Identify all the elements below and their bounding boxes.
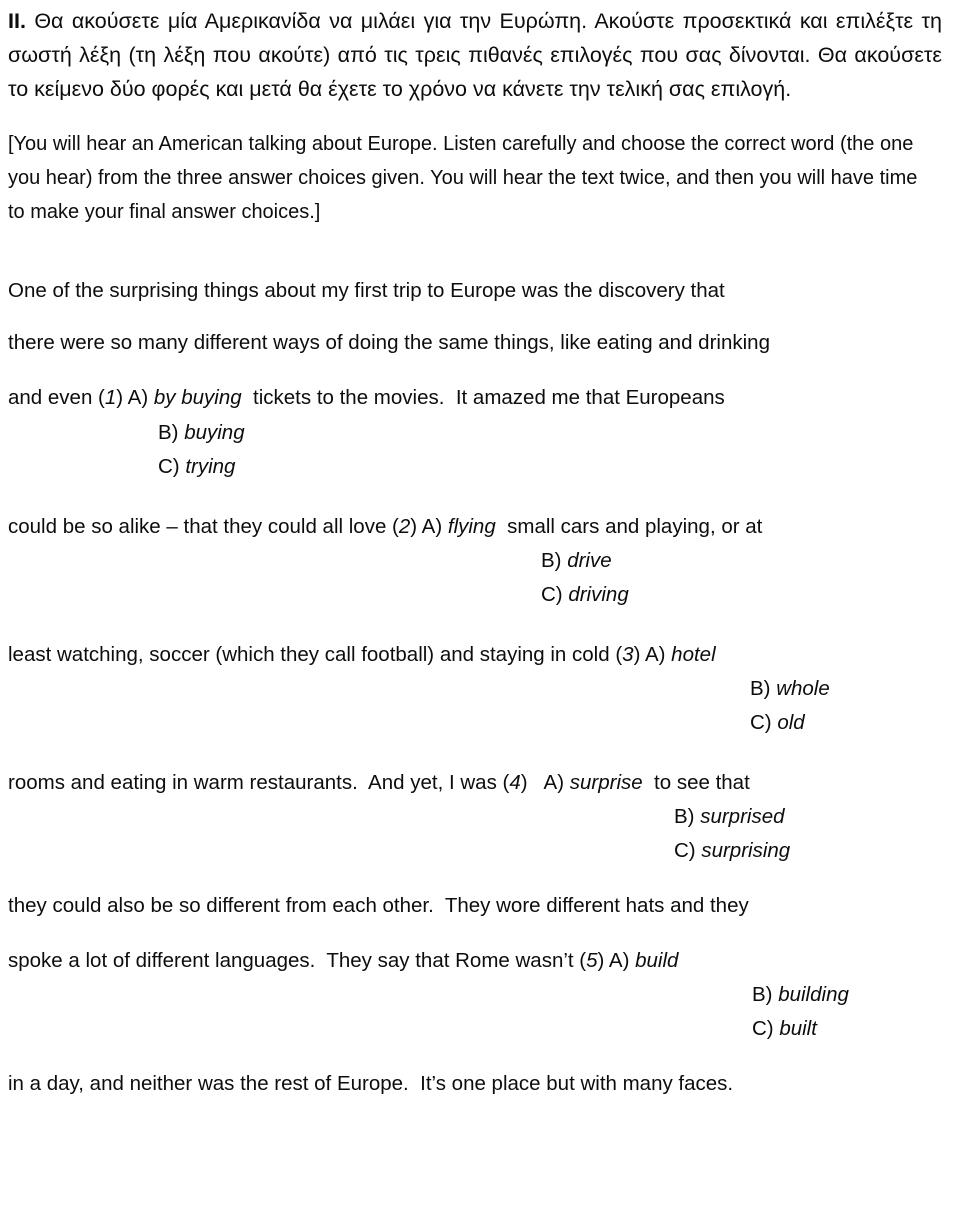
question-3-option-b-label: B) [750, 677, 777, 700]
question-1-option-b[interactable]: buying [184, 421, 244, 444]
passage-line-9: in a day, and neither was the rest of Eu… [8, 1072, 734, 1095]
line-8-text-before: spoke a lot of different languages. They… [8, 949, 587, 972]
passage-line-3-question-1: and even (1) A) by buying tickets to the… [8, 381, 948, 415]
english-instructions-paragraph: [You will hear an American talking about… [8, 133, 918, 223]
question-1-option-c[interactable]: trying [185, 455, 235, 478]
question-3-option-b[interactable]: whole [776, 677, 830, 700]
passage-line-1: One of the surprising things about my fi… [8, 279, 725, 302]
question-2-option-c-row: C) driving [8, 578, 948, 612]
question-3-number: 3 [622, 643, 634, 666]
passage-line-2: there were so many different ways of doi… [8, 331, 770, 354]
question-5-number: 5 [586, 949, 598, 972]
line-4-text-after: small cars and playing, or at [495, 515, 763, 538]
question-5-option-b-label: B) [752, 983, 779, 1006]
question-3-option-a[interactable]: hotel [671, 643, 715, 666]
document-page: II. Θα ακούσετε μία Αμερικανίδα να μιλάε… [0, 0, 960, 1212]
question-3-option-b-row: B) whole [8, 672, 948, 706]
question-2-option-a[interactable]: flying [448, 515, 496, 538]
line-6-text-after: to see that [642, 771, 750, 794]
line-3-option-a-label: ) A) [116, 386, 154, 409]
question-5-option-b-row: B) building [8, 978, 948, 1012]
greek-instructions-paragraph: II. Θα ακούσετε μία Αμερικανίδα να μιλάε… [8, 4, 948, 106]
question-2-option-b-label: B) [541, 549, 568, 572]
passage-body: One of the surprising things about my fi… [8, 279, 948, 1096]
question-4-option-b-row: B) surprised [8, 800, 948, 834]
question-4-option-a[interactable]: surprise [570, 771, 643, 794]
question-1-number: 1 [104, 386, 117, 409]
question-5-option-c-label: C) [752, 1017, 780, 1040]
line-6-text-before: rooms and eating in warm restaurants. An… [8, 771, 510, 794]
question-1-option-b-label: B) [158, 421, 185, 444]
question-2-option-c[interactable]: driving [568, 583, 628, 606]
question-4-option-c-row: C) surprising [8, 834, 948, 868]
passage-line-7: they could also be so different from eac… [8, 894, 749, 917]
question-4-option-b-label: B) [674, 805, 701, 828]
question-3-option-c-row: C) old [8, 706, 948, 740]
question-3-option-c[interactable]: old [777, 711, 804, 734]
question-1-option-c-row: C) trying [8, 450, 948, 484]
question-5-option-c-row: C) built [8, 1012, 948, 1046]
passage-line-5-question-3: least watching, soccer (which they call … [8, 638, 948, 672]
question-1-option-c-label: C) [158, 455, 186, 478]
question-4-option-c-label: C) [674, 839, 702, 862]
question-4-option-b[interactable]: surprised [700, 805, 784, 828]
question-2-option-b[interactable]: drive [567, 549, 611, 572]
passage-line-6-question-4: rooms and eating in warm restaurants. An… [8, 766, 948, 800]
passage-line-8-question-5: spoke a lot of different languages. They… [8, 944, 948, 978]
line-4-option-a-label: ) A) [410, 515, 448, 538]
question-5-option-a[interactable]: build [635, 949, 678, 972]
question-5-option-c[interactable]: built [779, 1017, 817, 1040]
question-4-number: 4 [509, 771, 521, 794]
question-4-option-c[interactable]: surprising [701, 839, 790, 862]
line-5-option-a-label: ) A) [633, 643, 672, 666]
line-6-option-a-label: ) A) [520, 771, 570, 794]
question-1-option-a[interactable]: by buying [154, 386, 242, 409]
line-5-text-before: least watching, soccer (which they call … [8, 643, 623, 666]
passage-line-4-question-2: could be so alike – that they could all … [8, 510, 948, 544]
question-2-number: 2 [398, 515, 411, 538]
question-1-option-b-row: B) buying [8, 416, 948, 450]
line-4-text-before: could be so alike – that they could all … [8, 515, 399, 538]
question-2-option-b-row: B) drive [8, 544, 948, 578]
question-3-option-c-label: C) [750, 711, 778, 734]
line-3-text-before: and even ( [8, 386, 105, 409]
greek-instructions-text: Θα ακούσετε μία Αμερικανίδα να μιλάει γι… [8, 9, 942, 101]
line-8-option-a-label: ) A) [597, 949, 636, 972]
question-2-option-c-label: C) [541, 583, 569, 606]
line-3-text-after: tickets to the movies. It amazed me that… [241, 386, 725, 409]
question-5-option-b[interactable]: building [778, 983, 849, 1006]
section-number: II. [8, 9, 26, 33]
